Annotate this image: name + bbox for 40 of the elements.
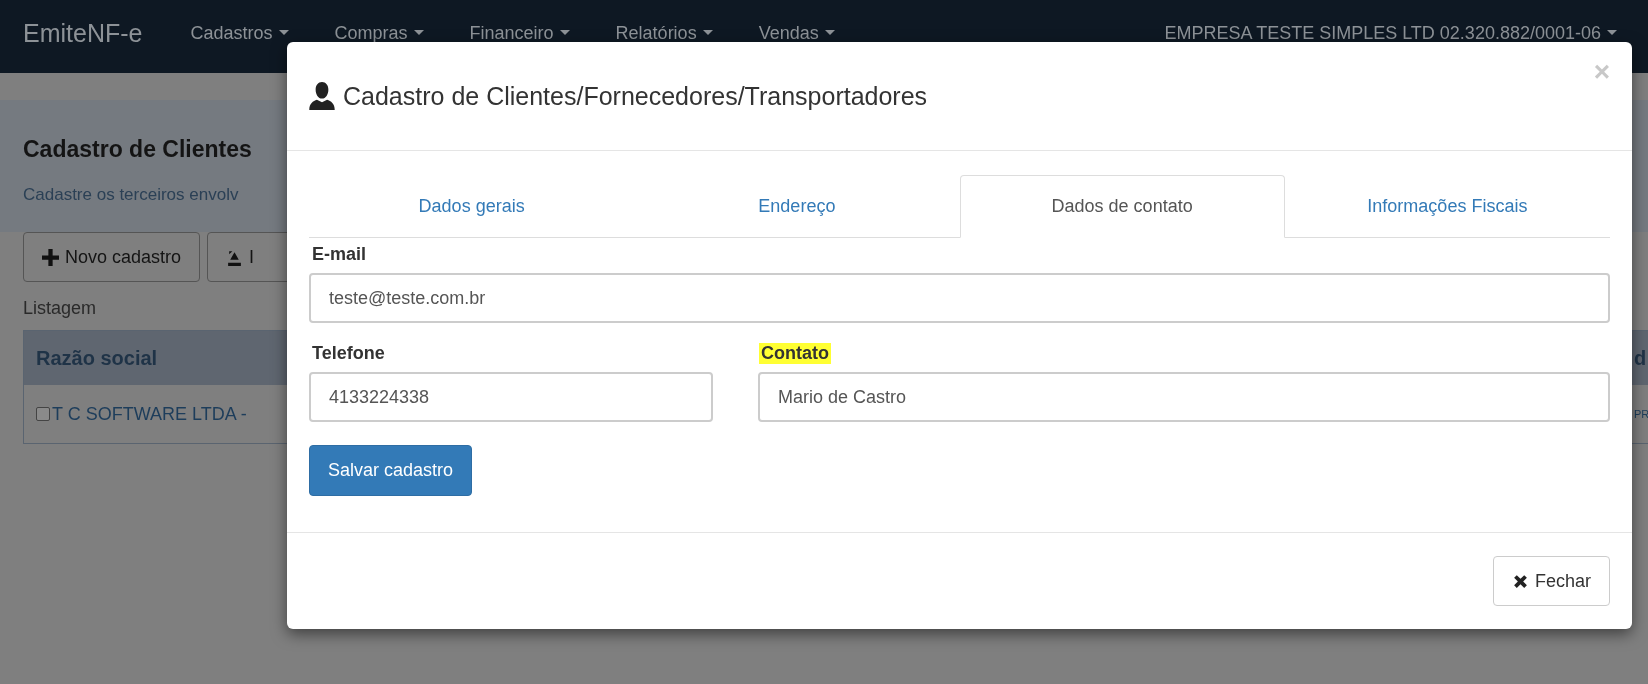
column-header: d (1634, 346, 1648, 370)
close-button[interactable]: Fechar (1492, 556, 1610, 606)
phone-label: Telefone (311, 343, 386, 364)
email-label: E-mail (311, 244, 368, 265)
nav-menu[interactable]: Relatórios (615, 22, 713, 43)
close-icon (1511, 572, 1529, 590)
new-button[interactable]: Novo cadastro (23, 232, 201, 282)
client-link[interactable]: T C SOFTWARE LTDA - (52, 403, 247, 425)
table-cell: PR (1634, 408, 1648, 420)
upload-icon (226, 248, 244, 266)
tab[interactable]: Dados gerais (309, 175, 635, 237)
caret-icon (824, 30, 835, 35)
save-button[interactable]: Salvar cadastro (309, 445, 473, 496)
nav-menu[interactable]: Compras (334, 22, 424, 43)
nav-menu[interactable]: Cadastros (190, 22, 289, 43)
brand-logo[interactable]: EmiteNF-e (23, 18, 143, 47)
page-subtitle: Cadastre os terceiros envolv (23, 185, 240, 205)
import-button[interactable]: I (207, 232, 287, 282)
phone-field[interactable]: 4133224338 (309, 372, 713, 422)
nav-menu[interactable]: Financeiro (469, 22, 570, 43)
company-menu[interactable]: EMPRESA TESTE SIMPLES LTD 02.320.882/0001-06 (1164, 22, 1617, 43)
caret-icon (278, 30, 289, 35)
user-icon (309, 82, 335, 110)
caret-icon (559, 30, 570, 35)
page-title: Cadastro de Clientes (23, 136, 253, 163)
row-checkbox[interactable] (36, 407, 50, 421)
caret-icon (702, 30, 713, 35)
tab[interactable]: Dados de contato (959, 175, 1285, 238)
email-field[interactable]: teste@teste.com.br (309, 273, 1610, 323)
modal-title: Cadastro de Clientes/Fornecedores/Transportadores (343, 81, 928, 111)
contact-label: Contato (759, 343, 831, 364)
list-label: Listagem (23, 298, 98, 319)
tab[interactable]: Informações Fiscais (1284, 175, 1610, 237)
plus-icon (42, 248, 59, 266)
contact-field[interactable]: Mario de Castro (758, 372, 1610, 422)
caret-icon (413, 30, 424, 35)
nav-menu[interactable]: Vendas (758, 22, 835, 43)
tab[interactable]: Endereço (634, 175, 960, 237)
column-header: Razão social (35, 346, 158, 370)
caret-icon (1607, 30, 1617, 35)
